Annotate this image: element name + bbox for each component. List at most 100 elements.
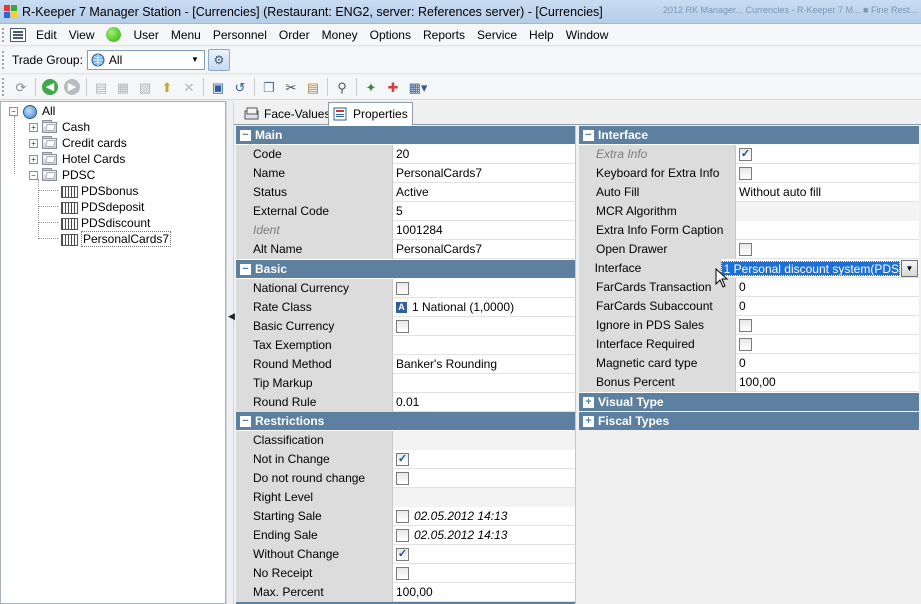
without-change-checkbox[interactable]: ✓ (396, 548, 409, 561)
property-row-external-code[interactable]: External Code 5 (236, 202, 575, 221)
collapse-section-icon[interactable]: − (583, 129, 594, 141)
menu-reports[interactable]: Reports (417, 25, 471, 45)
collapse-icon[interactable]: − (29, 170, 38, 180)
refresh-button[interactable]: ⟳ (11, 77, 31, 97)
property-row-round-method[interactable]: Round Method Banker's Rounding (236, 355, 575, 374)
collapse-left-icon[interactable]: ◀ (228, 311, 235, 322)
collapse-section-icon[interactable]: − (240, 129, 251, 141)
property-row-round-rule[interactable]: Round Rule 0.01 (236, 393, 575, 412)
property-value[interactable] (393, 431, 575, 450)
menu-edit[interactable]: Edit (30, 25, 63, 45)
no-receipt-checkbox[interactable] (396, 567, 409, 580)
property-value[interactable] (736, 202, 919, 221)
ending-sale-checkbox[interactable] (396, 529, 409, 542)
chevron-down-icon[interactable]: ▼ (188, 53, 202, 67)
keyboard-extra-info-checkbox[interactable] (739, 167, 752, 180)
property-row-magnetic-card-type[interactable]: Magnetic card type 0 (579, 354, 919, 373)
property-row-ignore-pds-sales[interactable]: Ignore in PDS Sales (579, 316, 919, 335)
expand-section-icon[interactable]: + (583, 396, 594, 408)
menu-user[interactable]: User (127, 25, 164, 45)
menu-menu[interactable]: Menu (165, 25, 207, 45)
collapse-section-icon[interactable]: − (240, 415, 251, 427)
menubar-grip[interactable] (2, 27, 10, 42)
property-value[interactable] (393, 374, 575, 393)
property-row-ending-sale[interactable]: Ending Sale 02.05.2012 14:13 (236, 526, 575, 545)
property-row-auto-fill[interactable]: Auto Fill Without auto fill (579, 183, 919, 202)
back-button[interactable]: ◀ (40, 77, 60, 97)
menu-order[interactable]: Order (273, 25, 316, 45)
do-not-round-change-checkbox[interactable] (396, 472, 409, 485)
property-row-extra-info[interactable]: Extra Info ✓ (579, 145, 919, 164)
menu-service[interactable]: Service (471, 25, 523, 45)
trade-group-settings-button[interactable]: ⚙ (207, 49, 230, 71)
property-value[interactable]: 20 (393, 145, 575, 164)
new-item-button[interactable]: ▦ (113, 77, 133, 97)
section-fiscal-types[interactable]: + Fiscal Types (579, 412, 919, 430)
property-row-not-in-change[interactable]: Not in Change ✓ (236, 450, 575, 469)
property-row-classification[interactable]: Classification (236, 431, 575, 450)
toolbar-grip[interactable] (2, 78, 8, 96)
property-row-tip-markup[interactable]: Tip Markup (236, 374, 575, 393)
menu-money[interactable]: Money (316, 25, 364, 45)
panel-splitter[interactable]: ◀ (226, 101, 235, 604)
tab-properties[interactable]: Properties (328, 102, 413, 126)
menu-window[interactable]: Window (560, 25, 615, 45)
colors-button[interactable]: ✚ (383, 77, 403, 97)
delete-button[interactable]: ✕ (179, 77, 199, 97)
chevron-down-icon[interactable]: ▼ (901, 260, 918, 277)
property-row-alt-name[interactable]: Alt Name PersonalCards7 (236, 240, 575, 259)
save-button[interactable]: ▣ (208, 77, 228, 97)
menu-personnel[interactable]: Personnel (207, 25, 273, 45)
property-value[interactable]: 100,00 (393, 583, 575, 602)
trade-group-select[interactable]: All ▼ (86, 50, 205, 70)
copy-button[interactable]: ❐ (259, 77, 279, 97)
tree-node-credit-cards[interactable]: + Credit cards (29, 135, 127, 151)
tree-node-pdsdeposit[interactable]: PDSdeposit (60, 199, 144, 215)
undo-button[interactable]: ↺ (230, 77, 250, 97)
forward-button[interactable]: ▶ (62, 77, 82, 97)
tree-node-hotel-cards[interactable]: + Hotel Cards (29, 151, 125, 167)
expand-icon[interactable]: + (29, 138, 38, 148)
menu-options[interactable]: Options (364, 25, 417, 45)
property-value[interactable]: 100,00 (736, 373, 919, 392)
property-row-interface-required[interactable]: Interface Required (579, 335, 919, 354)
interface-select[interactable]: 1 Personal discount system(PDS ▼ (720, 260, 918, 277)
property-row-farcards-transaction[interactable]: FarCards Transaction 0 (579, 278, 919, 297)
collapse-icon[interactable]: − (9, 106, 18, 116)
property-row-extra-info-caption[interactable]: Extra Info Form Caption (579, 221, 919, 240)
property-row-national-currency[interactable]: National Currency (236, 279, 575, 298)
property-row-do-not-round-change[interactable]: Do not round change (236, 469, 575, 488)
interface-required-checkbox[interactable] (739, 338, 752, 351)
property-row-interface[interactable]: Interface 1 Personal discount system(PDS… (579, 259, 919, 278)
property-value[interactable]: Active (393, 183, 575, 202)
paste-button[interactable]: ▤ (303, 77, 323, 97)
tree-node-cash[interactable]: + Cash (29, 119, 90, 135)
property-row-starting-sale[interactable]: Starting Sale 02.05.2012 14:13 (236, 507, 575, 526)
export-button[interactable]: ⬆ (157, 77, 177, 97)
open-drawer-checkbox[interactable] (739, 243, 752, 256)
extra-info-checkbox[interactable]: ✓ (739, 148, 752, 161)
property-value[interactable] (736, 221, 919, 240)
property-value[interactable]: 0 (736, 278, 919, 297)
expand-icon[interactable]: + (29, 122, 38, 132)
property-row-code[interactable]: Code 20 (236, 145, 575, 164)
property-value[interactable]: 0 (736, 297, 919, 316)
property-row-farcards-subaccount[interactable]: FarCards Subaccount 0 (579, 297, 919, 316)
property-row-ident[interactable]: Ident 1001284 (236, 221, 575, 240)
cut-button[interactable]: ✂ (281, 77, 301, 97)
property-row-max-percent[interactable]: Max. Percent 100,00 (236, 583, 575, 602)
property-row-status[interactable]: Status Active (236, 183, 575, 202)
tools-button[interactable]: ✦ (361, 77, 381, 97)
property-value[interactable]: Without auto fill (736, 183, 919, 202)
expand-icon[interactable]: + (29, 154, 38, 164)
mdi-window-icon[interactable] (10, 27, 26, 42)
section-main[interactable]: − Main (236, 126, 575, 144)
property-row-name[interactable]: Name PersonalCards7 (236, 164, 575, 183)
menu-help[interactable]: Help (523, 25, 560, 45)
property-row-bonus-percent[interactable]: Bonus Percent 100,00 (579, 373, 919, 392)
section-restrictions[interactable]: − Restrictions (236, 412, 575, 430)
property-row-keyboard-extra-info[interactable]: Keyboard for Extra Info (579, 164, 919, 183)
property-row-tax-exemption[interactable]: Tax Exemption (236, 336, 575, 355)
property-value[interactable]: 0.01 (393, 393, 575, 412)
property-value[interactable]: 0 (736, 354, 919, 373)
